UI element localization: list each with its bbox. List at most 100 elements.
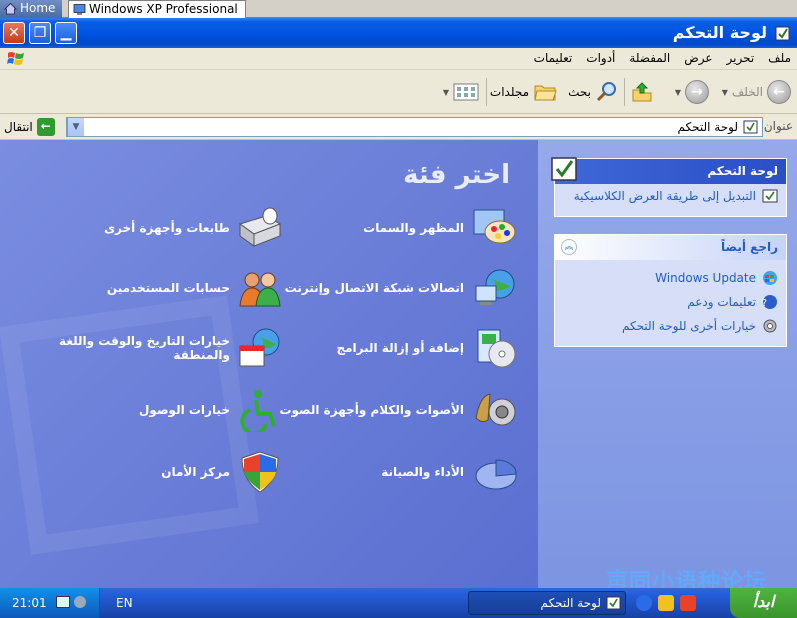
close-button[interactable]: ✕ — [3, 22, 25, 44]
views-grid-icon — [453, 83, 479, 101]
up-folder-button[interactable] — [630, 78, 654, 106]
menu-tools[interactable]: أدوات — [586, 51, 615, 65]
control-panel-task-icon — [606, 596, 621, 610]
category-accessibility[interactable]: خيارات الوصول — [44, 388, 284, 432]
taskbar: 21:01 EN لوحة التحكم ابدأ — [0, 588, 797, 618]
minimize-button[interactable]: ▁ — [55, 22, 77, 44]
title-bar[interactable]: ✕ ❐ ▁ لوحة التحكم — [0, 18, 797, 48]
home-icon — [4, 2, 17, 15]
tab-windows-xp[interactable]: Windows XP Professional — [68, 0, 246, 18]
switch-classic-view-label: التبديل إلى طريقة العرض الكلاسيكية — [573, 189, 756, 203]
menu-bar: ملف تحرير عرض المفضلة أدوات تعليمات — [0, 48, 797, 70]
up-folder-icon — [632, 82, 652, 102]
tab-home[interactable]: Home — [0, 0, 62, 18]
tab-windows-xp-label: Windows XP Professional — [89, 2, 238, 16]
show-desktop-icon[interactable] — [680, 595, 696, 611]
toolbar-separator — [486, 78, 487, 106]
see-also-panel: راجع أيضاً ︽ Windows Update ? تعليمات ود… — [554, 234, 787, 347]
category-printers[interactable]: طابعات وأجهزة أخرى — [44, 206, 284, 250]
address-input[interactable]: لوحة التحكم ▼ — [66, 117, 763, 137]
task-pane: لوحة التحكم التبديل إلى طريقة العرض الكل… — [538, 140, 797, 588]
windows-update-link[interactable]: Windows Update — [555, 266, 786, 290]
see-also-title: راجع أيضاً — [555, 235, 786, 260]
category-sounds[interactable]: الأصوات والكلام وأجهزة الصوت — [278, 388, 518, 432]
security-shield-icon — [241, 451, 279, 493]
add-remove-programs-icon — [477, 329, 516, 368]
control-panel-icon — [775, 26, 790, 41]
category-network[interactable]: اتصالات شبكة الاتصال وإنترنت — [278, 266, 518, 310]
folders-icon — [534, 85, 557, 101]
computer-icon — [73, 4, 86, 15]
category-label: المظهر والسمات — [363, 221, 464, 235]
category-security-center[interactable]: مركز الأمان — [44, 450, 284, 494]
back-button[interactable]: ← الخلف ▼ — [722, 78, 791, 106]
taskbar-control-panel-label: لوحة التحكم — [540, 596, 602, 610]
accessibility-icon — [240, 390, 276, 432]
switch-classic-view-link[interactable]: التبديل إلى طريقة العرض الكلاسيكية — [555, 184, 786, 208]
control-panel-panel: لوحة التحكم التبديل إلى طريقة العرض الكل… — [551, 157, 787, 217]
help-support-label: تعليمات ودعم — [687, 295, 756, 309]
help-icon: ? — [762, 295, 777, 309]
back-arrow-icon: ← — [767, 80, 791, 104]
address-dropdown-icon[interactable]: ▼ — [67, 118, 84, 136]
views-button[interactable]: ▼ — [443, 78, 479, 106]
category-appearance[interactable]: المظهر والسمات — [278, 206, 518, 250]
category-add-remove-programs[interactable]: إضافة أو إزالة البرامج — [278, 326, 518, 370]
control-panel-panel-title: لوحة التحكم — [555, 159, 786, 184]
forward-dropdown-icon[interactable]: ▼ — [675, 88, 681, 97]
menu-favorites[interactable]: المفضلة — [629, 51, 670, 65]
category-label: اتصالات شبكة الاتصال وإنترنت — [284, 281, 464, 295]
category-label: حسابات المستخدمين — [106, 281, 230, 295]
collapse-chevron-icon[interactable]: ︽ — [561, 239, 577, 255]
back-dropdown-icon[interactable]: ▼ — [722, 88, 728, 97]
search-icon — [596, 82, 616, 102]
category-performance[interactable]: الأداء والصيانة — [278, 450, 518, 494]
volume-tray-icon[interactable] — [74, 596, 86, 608]
category-view: اختر فئة المظهر والسمات اتصالات شبكة الا… — [0, 140, 538, 588]
folders-label: مجلدات — [489, 85, 529, 99]
category-label: مركز الأمان — [161, 465, 230, 479]
date-time-icon — [239, 328, 280, 367]
restore-button[interactable]: ❐ — [29, 22, 51, 44]
quick-launch — [636, 595, 696, 611]
search-button[interactable]: بحث — [568, 78, 619, 106]
media-player-icon[interactable] — [658, 595, 674, 611]
window-title: لوحة التحكم — [672, 23, 767, 42]
other-options-label: خيارات أخرى للوحة التحكم — [622, 319, 756, 333]
network-tray-icon[interactable] — [56, 596, 70, 608]
go-button[interactable]: ← انتقال — [4, 117, 55, 137]
windows-update-icon — [763, 271, 777, 285]
menu-help[interactable]: تعليمات — [534, 51, 573, 65]
menu-edit[interactable]: تحرير — [727, 51, 755, 65]
category-label: خيارات الوصول — [139, 403, 230, 417]
menu-view[interactable]: عرض — [684, 51, 712, 65]
forward-button[interactable]: → ▼ — [675, 78, 709, 106]
menu-file[interactable]: ملف — [768, 51, 791, 65]
go-label: انتقال — [4, 120, 33, 134]
taskbar-control-panel-button[interactable]: لوحة التحكم — [468, 591, 626, 615]
users-icon — [239, 272, 281, 307]
start-button[interactable]: ابدأ — [730, 588, 797, 618]
sounds-icon — [475, 393, 516, 426]
clock-time: 21:01 — [12, 596, 47, 610]
help-support-link[interactable]: ? تعليمات ودعم — [555, 290, 786, 314]
printer-icon — [238, 207, 282, 247]
category-date-time[interactable]: خيارات التاريخ والوقت واللغة والمنطقة — [44, 326, 284, 370]
ie-icon[interactable] — [636, 595, 652, 611]
back-label: الخلف — [731, 85, 763, 99]
views-dropdown-icon[interactable]: ▼ — [443, 88, 449, 97]
gear-icon — [763, 319, 777, 333]
system-clock[interactable]: 21:01 — [0, 588, 100, 618]
other-options-link[interactable]: خيارات أخرى للوحة التحكم — [555, 314, 786, 338]
performance-icon — [475, 459, 517, 490]
category-user-accounts[interactable]: حسابات المستخدمين — [44, 266, 284, 310]
control-panel-small-icon — [743, 120, 758, 134]
toolbar: ← الخلف ▼ → ▼ بحث مجلدات ▼ — [0, 70, 797, 114]
network-icon — [475, 269, 515, 305]
tab-home-label: Home — [20, 1, 56, 15]
category-label: الأداء والصيانة — [381, 465, 464, 479]
language-indicator[interactable]: EN — [116, 596, 133, 610]
browser-tab-strip: Home Windows XP Professional — [0, 0, 797, 18]
svg-text:?: ? — [762, 298, 767, 309]
folders-button[interactable]: مجلدات — [490, 78, 557, 106]
